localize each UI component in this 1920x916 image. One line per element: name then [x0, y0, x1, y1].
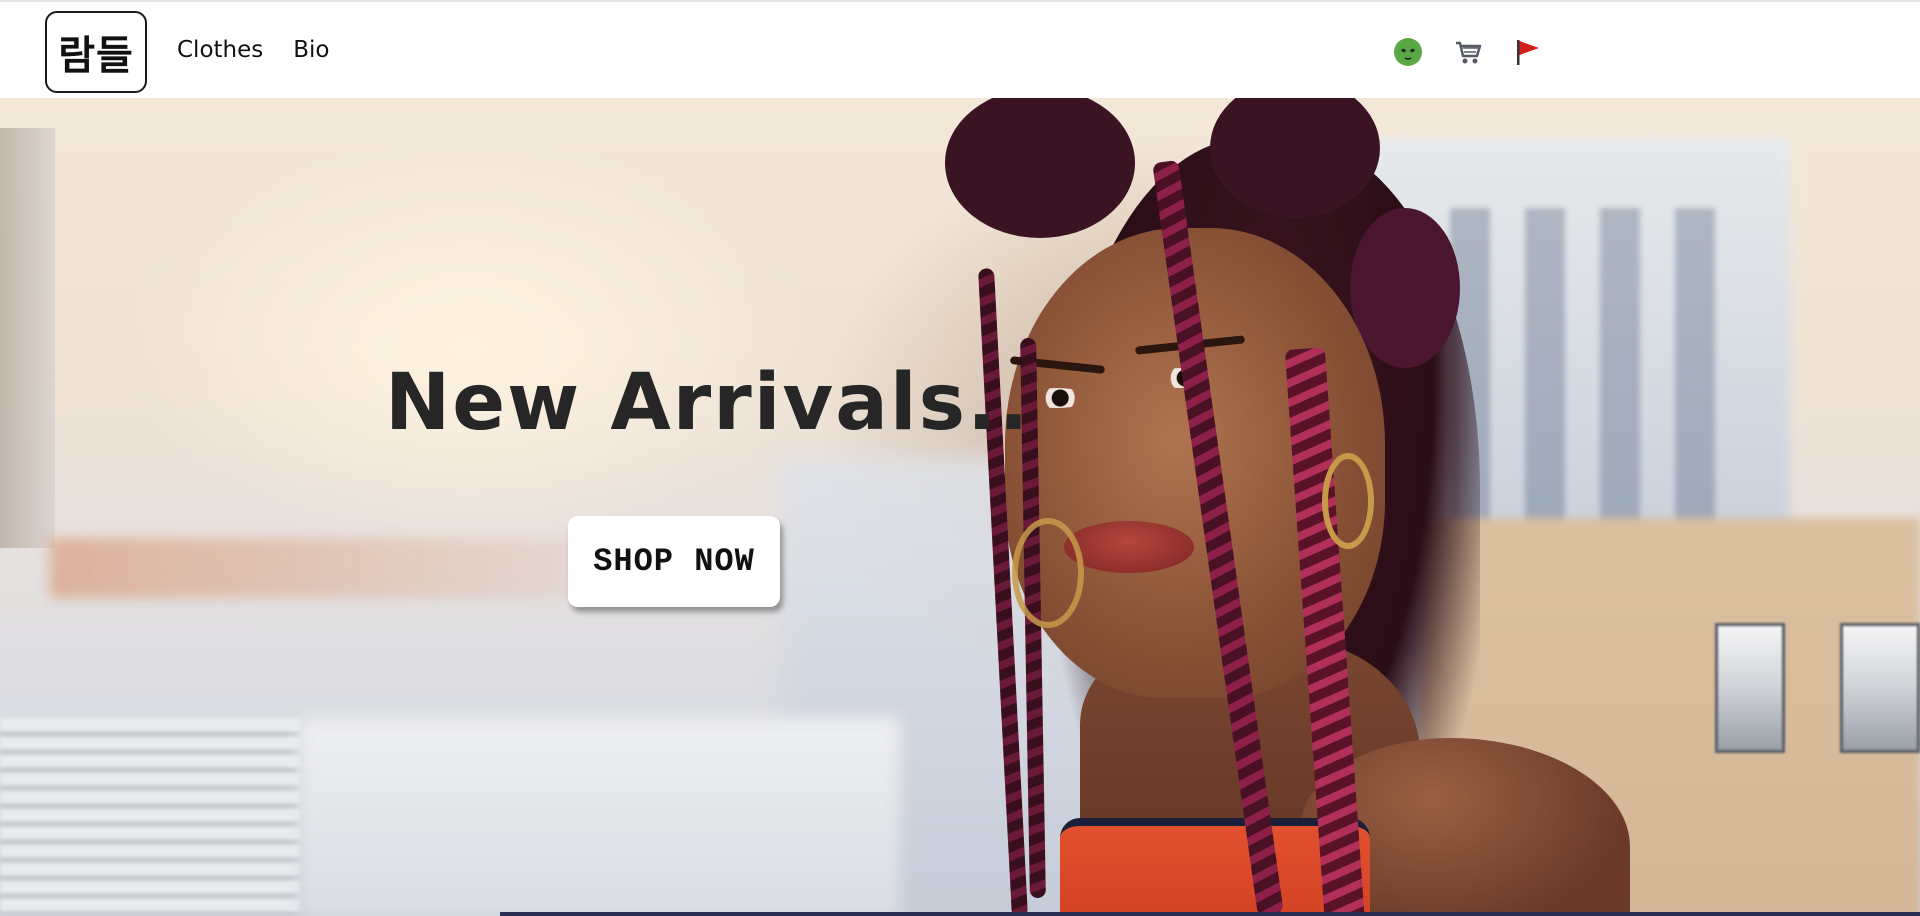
- model-hair-bun: [945, 98, 1135, 238]
- background-windows: [1450, 208, 1750, 558]
- alien-icon[interactable]: [1393, 37, 1423, 67]
- flag-icon[interactable]: [1512, 37, 1542, 67]
- model-earring: [1322, 453, 1374, 549]
- bottom-divider: [500, 912, 1920, 916]
- background-balcony: [1715, 623, 1785, 753]
- nav-links: Clothes Bio: [177, 37, 330, 63]
- hero-title: New Arrivals..: [385, 358, 1031, 448]
- cart-icon[interactable]: [1453, 37, 1483, 67]
- background-ground: [300, 718, 900, 916]
- model-earring: [1012, 518, 1084, 628]
- background-stack: [0, 718, 300, 916]
- nav-link-bio[interactable]: Bio: [293, 37, 329, 63]
- hero-banner: New Arrivals.. SHOP NOW: [0, 98, 1920, 916]
- logo[interactable]: 람들: [45, 11, 147, 93]
- hero-background: [120, 138, 820, 558]
- shop-now-button[interactable]: SHOP NOW: [568, 516, 780, 607]
- background-building: [0, 128, 55, 548]
- background-balcony: [1840, 623, 1920, 753]
- background-roof: [50, 538, 610, 598]
- navbar: 람들 Clothes Bio: [0, 0, 1920, 98]
- nav-link-clothes[interactable]: Clothes: [177, 37, 263, 63]
- model-hair-bun: [1350, 208, 1460, 368]
